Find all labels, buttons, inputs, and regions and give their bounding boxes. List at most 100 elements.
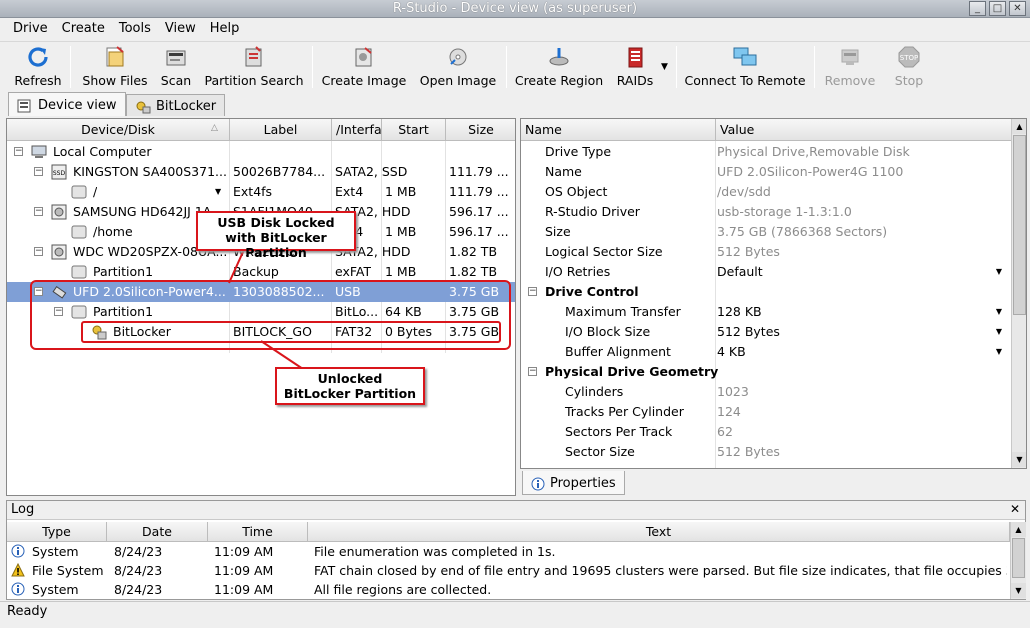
tree-row-wdc-partition1[interactable]: Partition1 Backup exFAT 1 MB 1.82 TB xyxy=(7,262,515,282)
property-row[interactable]: Buffer Alignment 4 KB ▼ xyxy=(521,342,1026,362)
col-log-date[interactable]: Date xyxy=(107,522,208,542)
close-log-icon[interactable]: ✕ xyxy=(1010,502,1020,516)
col-prop-value[interactable]: Value xyxy=(716,119,1012,141)
collapse-icon[interactable]: − xyxy=(14,147,23,156)
tree-row-kingston[interactable]: − SSD KINGSTON SA400S371... 50026B7784..… xyxy=(7,162,515,182)
dropdown-arrow-icon[interactable]: ▼ xyxy=(996,302,1002,322)
device-view-icon xyxy=(17,99,31,112)
create-region-button[interactable]: Create Region xyxy=(514,44,604,90)
log-scrollbar[interactable]: ▲ ▼ xyxy=(1010,522,1026,599)
tree-row-local-computer[interactable]: − Local Computer xyxy=(7,142,515,162)
property-row[interactable]: Cylinders 1023 xyxy=(521,382,1026,402)
property-value: usb-storage 1-1.3:1.0 xyxy=(717,204,852,219)
collapse-icon[interactable]: − xyxy=(34,247,43,256)
hdd-icon xyxy=(51,244,67,260)
log-row[interactable]: File System 8/24/23 11:09 AM FAT chain clos… xyxy=(7,561,1010,580)
property-row[interactable]: Logical Sector Size 512 Bytes xyxy=(521,242,1026,262)
property-row[interactable]: OS Object/dev/sdd xyxy=(521,182,1026,202)
log-row[interactable]: System 8/24/23 11:09 AM File enumeration wa… xyxy=(7,542,1010,561)
create-image-button[interactable]: Create Image xyxy=(320,44,408,90)
property-group-row[interactable]: − Drive Control xyxy=(521,282,1026,302)
dropdown-arrow-icon[interactable]: ▼ xyxy=(996,262,1002,282)
stop-label: Stop xyxy=(894,73,924,88)
properties-scrollbar[interactable]: ▲ ▼ xyxy=(1011,119,1026,468)
menu-tools[interactable]: Tools xyxy=(112,19,158,40)
dropdown-arrow-icon[interactable]: ▼ xyxy=(996,342,1002,362)
scroll-thumb[interactable] xyxy=(1012,538,1025,578)
collapse-icon[interactable]: − xyxy=(34,207,43,216)
tab-properties-label: Properties xyxy=(550,476,616,491)
raids-button[interactable]: RAIDs xyxy=(612,44,658,90)
tab-properties[interactable]: Properties xyxy=(522,471,625,495)
property-name: I/O Retries xyxy=(545,264,611,279)
scroll-up-icon[interactable]: ▲ xyxy=(1012,119,1026,134)
property-group-row[interactable]: − Physical Drive Geometry xyxy=(521,362,1026,382)
property-row[interactable]: Sectors Per Track 62 xyxy=(521,422,1026,442)
col-prop-name[interactable]: Name xyxy=(521,119,716,141)
device-name: Partition1 xyxy=(93,264,154,279)
row-dropdown-icon[interactable]: ▼ xyxy=(215,182,221,202)
close-window-button[interactable]: ✕ xyxy=(1009,1,1026,16)
col-interface[interactable]: /Interfa xyxy=(332,119,382,141)
log-text: All file regions are collected. xyxy=(314,582,492,597)
log-pane: Log ✕ Type Date Time Text System 8/24/23 1… xyxy=(6,500,1026,600)
maximize-button[interactable]: □ xyxy=(989,1,1006,16)
col-log-time[interactable]: Time xyxy=(208,522,308,542)
property-value[interactable]: Default xyxy=(717,262,763,282)
open-image-button[interactable]: Open Image xyxy=(418,44,498,90)
col-start[interactable]: Start xyxy=(382,119,446,141)
scroll-down-icon[interactable]: ▼ xyxy=(1012,452,1026,467)
collapse-icon[interactable]: − xyxy=(528,287,537,296)
tab-device-view[interactable]: Device view xyxy=(8,92,126,116)
col-log-type[interactable]: Type xyxy=(7,522,107,542)
menu-help[interactable]: Help xyxy=(203,19,247,40)
menu-create[interactable]: Create xyxy=(55,19,112,40)
refresh-label: Refresh xyxy=(14,73,62,88)
connect-remote-button[interactable]: Connect To Remote xyxy=(684,44,806,90)
scan-button[interactable]: Scan xyxy=(156,44,196,90)
property-row[interactable]: Sector Size 512 Bytes xyxy=(521,442,1026,462)
partition-search-button[interactable]: Partition Search xyxy=(204,44,304,90)
show-files-button[interactable]: Show Files xyxy=(80,44,150,90)
property-row[interactable]: Tracks Per Cylinder 124 xyxy=(521,402,1026,422)
menu-view[interactable]: View xyxy=(158,19,203,40)
info-icon xyxy=(11,582,25,596)
refresh-button[interactable]: Refresh xyxy=(10,44,66,90)
property-value[interactable]: 128 KB xyxy=(717,302,762,322)
property-value: 512 Bytes xyxy=(717,444,780,459)
menu-bar: Drive Create Tools View Help xyxy=(0,19,1030,40)
property-row[interactable]: Size 3.75 GB (7866368 Sectors) xyxy=(521,222,1026,242)
minimize-button[interactable]: _ xyxy=(969,1,986,16)
collapse-icon[interactable]: − xyxy=(34,167,43,176)
show-files-icon xyxy=(106,46,124,67)
scroll-up-icon[interactable]: ▲ xyxy=(1011,522,1026,537)
scroll-down-icon[interactable]: ▼ xyxy=(1011,583,1026,598)
bitlocker-tab-icon xyxy=(136,101,151,113)
partition-icon xyxy=(71,265,87,279)
stop-button[interactable]: STOP Stop xyxy=(888,44,930,90)
property-value: 512 Bytes xyxy=(717,244,780,259)
property-row[interactable]: R-Studio Driver usb-storage 1-1.3:1.0 xyxy=(521,202,1026,222)
property-value[interactable]: 4 KB xyxy=(717,342,746,362)
property-value[interactable]: 512 Bytes xyxy=(717,322,780,342)
remove-button[interactable]: Remove xyxy=(822,44,878,90)
tab-bitlocker[interactable]: BitLocker xyxy=(126,94,226,116)
raids-dropdown-icon[interactable]: ▼ xyxy=(661,62,668,72)
property-row[interactable]: Drive Type Physical Drive,Removable Disk xyxy=(521,142,1026,162)
col-size[interactable]: Size xyxy=(446,119,515,141)
dropdown-arrow-icon[interactable]: ▼ xyxy=(996,322,1002,342)
col-label[interactable]: Label xyxy=(230,119,332,141)
col-log-text[interactable]: Text xyxy=(308,522,1010,542)
device-interface: SATA2, SSD xyxy=(335,164,408,179)
collapse-icon[interactable]: − xyxy=(528,367,537,376)
tree-row-root-partition[interactable]: / ▼ Ext4fs Ext4 1 MB 111.79 ... xyxy=(7,182,515,202)
window-title: R-Studio - Device view (as superuser) xyxy=(392,1,638,16)
property-row[interactable]: I/O Retries Default ▼ xyxy=(521,262,1026,282)
property-row[interactable]: I/O Block Size 512 Bytes ▼ xyxy=(521,322,1026,342)
property-row[interactable]: Maximum Transfer 128 KB ▼ xyxy=(521,302,1026,322)
property-row[interactable]: Name UFD 2.0Silicon-Power4G 1100 xyxy=(521,162,1026,182)
scroll-thumb[interactable] xyxy=(1013,135,1026,315)
col-device-disk[interactable]: Device/Disk xyxy=(7,119,230,141)
log-row[interactable]: System 8/24/23 11:09 AM All file regions ar… xyxy=(7,580,1010,599)
menu-drive[interactable]: Drive xyxy=(6,19,55,40)
